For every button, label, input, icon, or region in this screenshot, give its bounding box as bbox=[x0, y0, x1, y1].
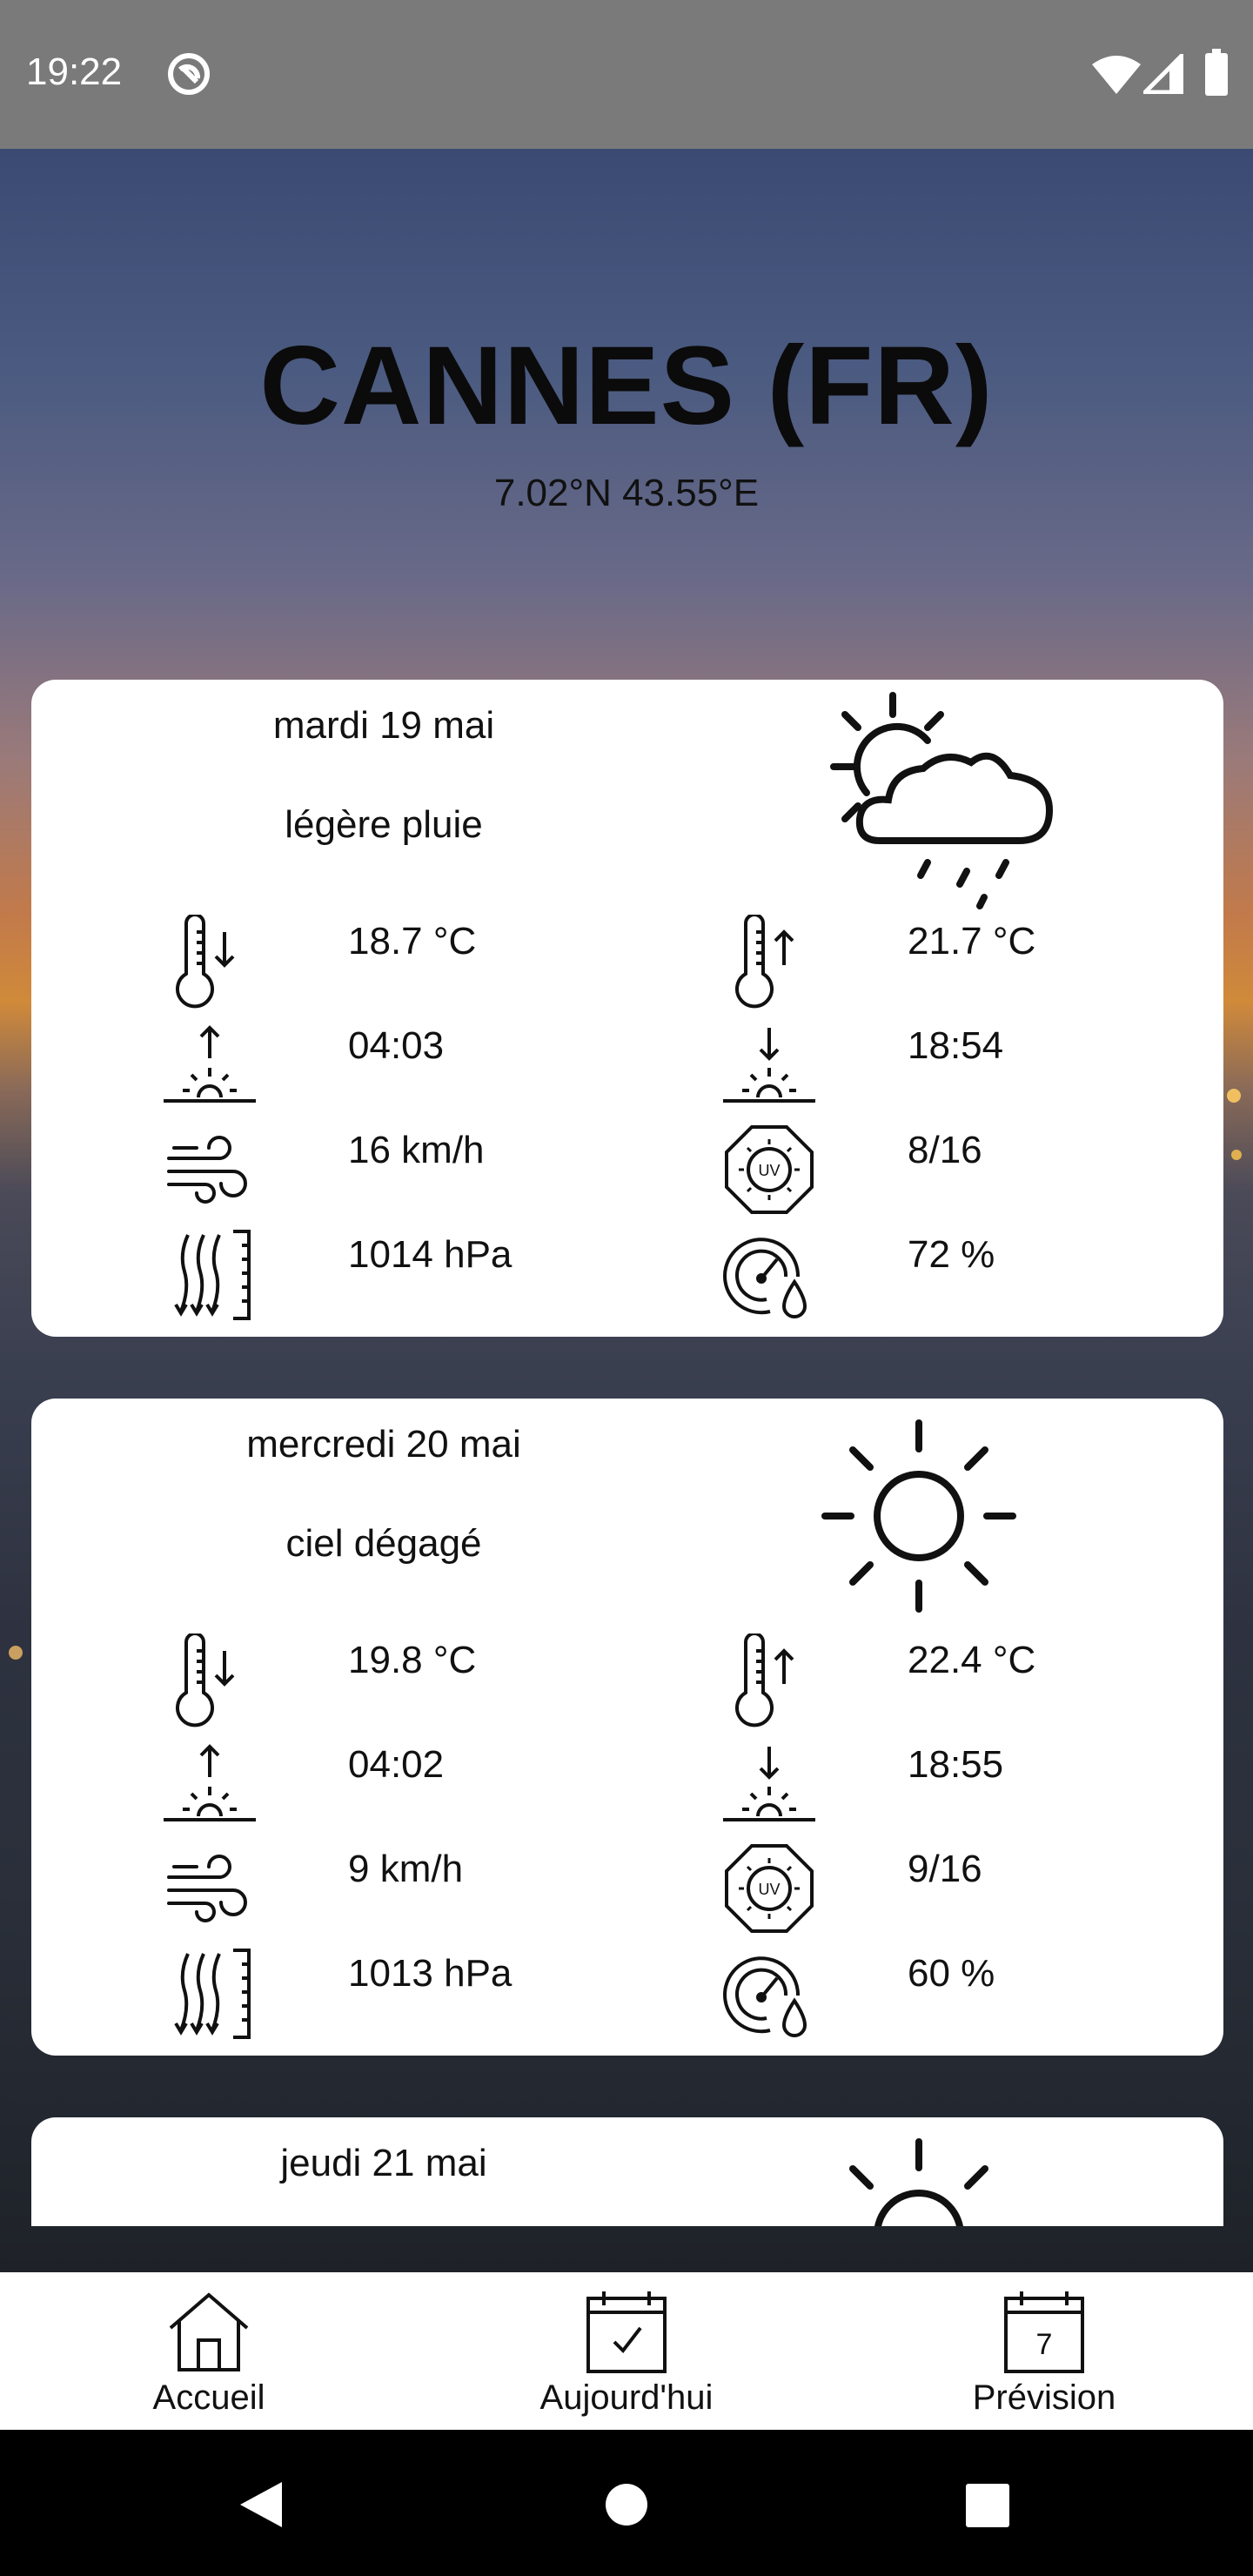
humidity-gauge-icon bbox=[723, 1956, 807, 2037]
city-coordinates: 7.02°N 43.55°E bbox=[493, 472, 760, 514]
home-icon bbox=[169, 2292, 249, 2371]
nav-accueil[interactable]: Accueil bbox=[0, 2272, 418, 2430]
humidity-gauge-icon bbox=[723, 1238, 807, 1318]
card-date: mardi 19 mai bbox=[272, 704, 495, 747]
svg-text:UV: UV bbox=[758, 1881, 780, 1898]
sun-icon bbox=[821, 1419, 1016, 1613]
sun-icon bbox=[849, 2138, 988, 2226]
temp-min-value: 19.8 °C bbox=[348, 1639, 477, 1681]
wind-value: 16 km/h bbox=[348, 1129, 485, 1171]
calendar-badge: 7 bbox=[1036, 2328, 1053, 2361]
recents-icon[interactable] bbox=[966, 2484, 1009, 2527]
card-description: ciel dégagé bbox=[285, 1522, 482, 1565]
thermometer-up-icon bbox=[735, 1633, 794, 1727]
sunset-icon bbox=[723, 1028, 815, 1103]
no-disturb-icon bbox=[168, 53, 210, 95]
wifi-icon bbox=[1092, 56, 1141, 94]
uv-index-icon: UV bbox=[725, 1125, 814, 1214]
signal-icon bbox=[1143, 54, 1183, 94]
wind-value: 9 km/h bbox=[348, 1848, 464, 1890]
city-title: CANNES (FR) bbox=[259, 324, 994, 448]
wind-icon bbox=[167, 1855, 247, 1922]
humidity-value: 60 % bbox=[908, 1952, 995, 1995]
nav-prevision[interactable]: 7 Prévision bbox=[835, 2272, 1253, 2430]
pressure-value: 1014 hPa bbox=[348, 1233, 513, 1276]
status-time: 19:22 bbox=[26, 50, 123, 93]
status-bar: 19:22 bbox=[0, 0, 1253, 149]
sunset-icon bbox=[723, 1747, 815, 1821]
svg-text:UV: UV bbox=[758, 1162, 780, 1179]
sunset-value: 18:55 bbox=[908, 1743, 1004, 1786]
nav-aujourdhui[interactable]: Aujourd'hui bbox=[418, 2272, 835, 2430]
uv-value: 8/16 bbox=[908, 1129, 982, 1171]
back-icon[interactable] bbox=[237, 2479, 285, 2531]
nav-label: Aujourd'hui bbox=[539, 2378, 714, 2417]
forecast-card-day-3[interactable]: jeudi 21 mai bbox=[31, 2117, 1223, 2226]
nav-label: Prévision bbox=[972, 2378, 1116, 2417]
pressure-icon bbox=[174, 1230, 251, 1320]
sunrise-icon bbox=[164, 1025, 256, 1103]
sunrise-icon bbox=[164, 1744, 256, 1821]
forecast-card-day-1[interactable]: mardi 19 mai légère pluie 18.7 °C 21.7 °… bbox=[31, 680, 1223, 1337]
pressure-value: 1013 hPa bbox=[348, 1952, 513, 1995]
card-description: légère pluie bbox=[285, 803, 483, 846]
thermometer-down-icon bbox=[176, 1633, 235, 1727]
temp-max-value: 21.7 °C bbox=[908, 920, 1036, 963]
battery-icon bbox=[1205, 49, 1228, 96]
forecast-card-day-2[interactable]: mercredi 20 mai ciel dégagé 19.8 °C 22.4… bbox=[31, 1399, 1223, 2056]
uv-index-icon: UV bbox=[725, 1844, 814, 1933]
thermometer-down-icon bbox=[176, 915, 235, 1009]
nav-label: Accueil bbox=[152, 2378, 265, 2417]
uv-value: 9/16 bbox=[908, 1848, 982, 1890]
bottom-navigation: Accueil Aujourd'hui 7 Prévision bbox=[0, 2272, 1253, 2430]
pressure-icon bbox=[174, 1949, 251, 2039]
sunrise-value: 04:03 bbox=[348, 1024, 445, 1067]
temp-min-value: 18.7 °C bbox=[348, 920, 477, 963]
card-date: mercredi 20 mai bbox=[246, 1423, 521, 1466]
temp-max-value: 22.4 °C bbox=[908, 1639, 1036, 1681]
thermometer-up-icon bbox=[735, 915, 794, 1009]
humidity-value: 72 % bbox=[908, 1233, 995, 1276]
partly-cloudy-rain-icon bbox=[830, 692, 1054, 909]
sunset-value: 18:54 bbox=[908, 1024, 1004, 1067]
card-date: jeudi 21 mai bbox=[280, 2142, 487, 2184]
wind-icon bbox=[167, 1136, 247, 1204]
calendar-7-icon: 7 bbox=[1004, 2291, 1084, 2373]
home-circle-icon[interactable] bbox=[604, 2482, 649, 2527]
sunrise-value: 04:02 bbox=[348, 1743, 445, 1786]
calendar-check-icon bbox=[586, 2291, 667, 2373]
system-navigation-bar bbox=[0, 2430, 1253, 2576]
